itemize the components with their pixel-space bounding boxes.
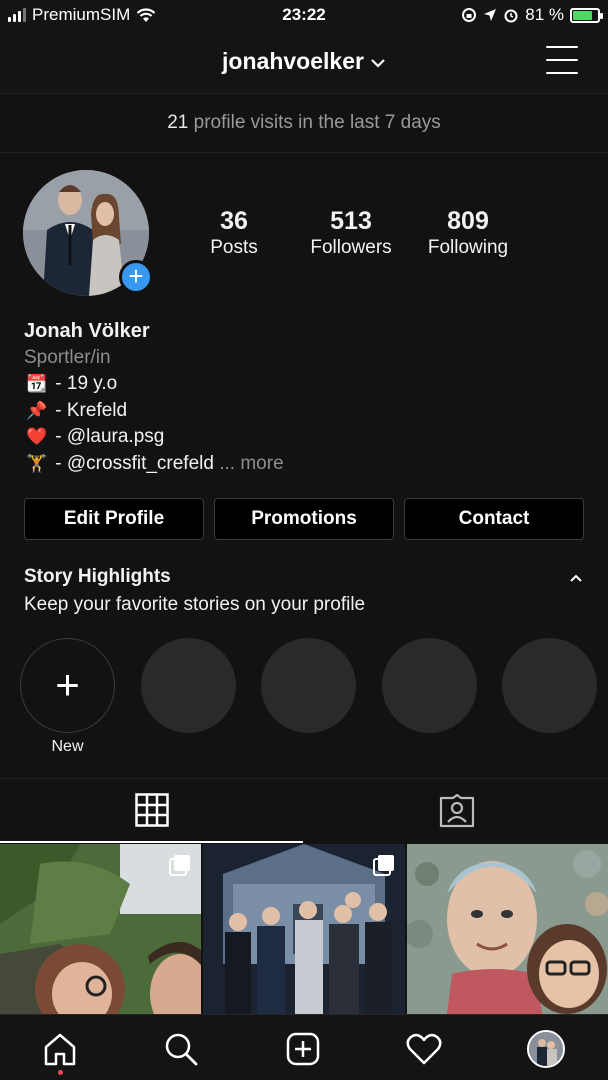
profile-tabs bbox=[0, 778, 608, 843]
bio-line: 📆 - 19 y.o bbox=[24, 371, 584, 398]
battery-percent: 81 % bbox=[525, 5, 564, 24]
notification-dot bbox=[58, 1070, 63, 1075]
username-title: jonahvoelker bbox=[222, 48, 364, 74]
profile-bio: Jonah Völker Sportler/in 📆 - 19 y.o 📌 - … bbox=[24, 318, 584, 477]
post-thumbnail[interactable] bbox=[203, 844, 405, 1014]
profile-avatar-container[interactable]: + bbox=[23, 170, 153, 298]
bio-line: ❤️ - @laura.psg bbox=[24, 424, 584, 451]
edit-profile-button[interactable]: Edit Profile bbox=[24, 498, 204, 540]
highlight-placeholder bbox=[261, 638, 356, 733]
contact-button[interactable]: Contact bbox=[404, 498, 584, 540]
pin-emoji: 📌 bbox=[26, 400, 48, 420]
bio-text: - 19 y.o bbox=[50, 373, 118, 394]
profile-visits-banner[interactable]: 21 profile visits in the last 7 days bbox=[0, 95, 608, 153]
visits-text: profile visits in the last 7 days bbox=[188, 112, 441, 133]
profile-name: Jonah Völker bbox=[24, 320, 150, 342]
chevron-up-icon[interactable] bbox=[568, 570, 584, 586]
post-image bbox=[406, 844, 608, 1014]
profile-avatar-small bbox=[527, 1030, 565, 1068]
multiple-photos-icon bbox=[169, 855, 191, 876]
more-link[interactable]: ... more bbox=[214, 453, 283, 474]
highlight-placeholder bbox=[141, 638, 236, 733]
visits-count: 21 bbox=[167, 112, 189, 133]
chevron-down-icon bbox=[371, 59, 385, 68]
bottom-navigation bbox=[0, 1014, 608, 1080]
profile-stats: 36 Posts 513 Followers 809 Following bbox=[175, 206, 585, 260]
stat-followers[interactable]: 513 Followers bbox=[293, 206, 409, 260]
highlights-row: + New bbox=[20, 638, 608, 768]
highlights-title: Story Highlights bbox=[24, 566, 171, 587]
account-switcher[interactable]: jonahvoelker bbox=[0, 48, 608, 75]
profile-category: Sportler/in bbox=[24, 346, 111, 368]
add-story-button[interactable]: + bbox=[119, 260, 153, 294]
multiple-photos-icon bbox=[372, 855, 394, 876]
bio-line: 📌 - Krefeld bbox=[24, 398, 584, 425]
location-icon bbox=[484, 9, 497, 21]
status-right: 81 % bbox=[461, 5, 603, 25]
nav-add-post[interactable] bbox=[283, 1029, 323, 1069]
grid-icon bbox=[134, 793, 169, 827]
post-thumbnail[interactable] bbox=[406, 844, 608, 1014]
promotions-button[interactable]: Promotions bbox=[214, 498, 394, 540]
nav-profile[interactable] bbox=[526, 1029, 566, 1069]
profile-header: jonahvoelker bbox=[0, 32, 608, 94]
menu-icon[interactable] bbox=[546, 46, 578, 74]
bio-text: - Krefeld bbox=[50, 399, 128, 421]
tab-tagged[interactable] bbox=[305, 779, 608, 843]
post-thumbnail[interactable] bbox=[0, 844, 202, 1014]
alarm-icon bbox=[504, 9, 518, 23]
highlight-placeholder bbox=[502, 638, 597, 733]
home-icon bbox=[44, 1033, 76, 1066]
posts-grid bbox=[0, 844, 608, 1014]
status-bar: PremiumSIM 23:22 81 % bbox=[0, 0, 608, 32]
stat-label: Followers bbox=[310, 237, 392, 258]
search-icon bbox=[165, 1033, 198, 1066]
battery-icon bbox=[570, 7, 603, 23]
tagged-person-icon bbox=[439, 794, 474, 828]
nav-home[interactable] bbox=[40, 1029, 80, 1069]
bio-line: 🏋️ - @crossfit_crefeld ... more bbox=[24, 451, 584, 478]
nav-search[interactable] bbox=[161, 1029, 201, 1069]
stat-value: 513 bbox=[330, 207, 372, 235]
add-post-icon bbox=[286, 1032, 320, 1066]
heart-icon bbox=[406, 1033, 442, 1065]
stat-label: Following bbox=[427, 237, 509, 258]
calendar-emoji: 📆 bbox=[26, 374, 48, 393]
weightlifter-emoji: 🏋️ bbox=[26, 453, 48, 473]
bio-mention[interactable]: - @laura.psg bbox=[50, 426, 164, 447]
tab-grid[interactable] bbox=[0, 779, 303, 843]
stat-posts[interactable]: 36 Posts bbox=[175, 206, 293, 260]
rotation-lock-icon bbox=[462, 8, 477, 22]
highlight-placeholder bbox=[382, 638, 477, 733]
profile-actions: Edit Profile Promotions Contact bbox=[24, 498, 584, 540]
stat-label: Posts bbox=[210, 237, 258, 258]
plus-icon: + bbox=[55, 661, 80, 708]
stat-value: 809 bbox=[447, 207, 489, 235]
new-highlight-label: New bbox=[51, 738, 84, 755]
heart-emoji: ❤️ bbox=[26, 427, 48, 446]
bio-mention[interactable]: - @crossfit_crefeld bbox=[50, 453, 214, 474]
new-highlight-button[interactable]: + bbox=[20, 638, 115, 733]
stat-following[interactable]: 809 Following bbox=[409, 206, 527, 260]
stat-value: 36 bbox=[220, 207, 248, 235]
highlights-subtitle: Keep your favorite stories on your profi… bbox=[24, 594, 366, 615]
nav-activity[interactable] bbox=[404, 1029, 444, 1069]
battery-fill bbox=[573, 10, 593, 20]
